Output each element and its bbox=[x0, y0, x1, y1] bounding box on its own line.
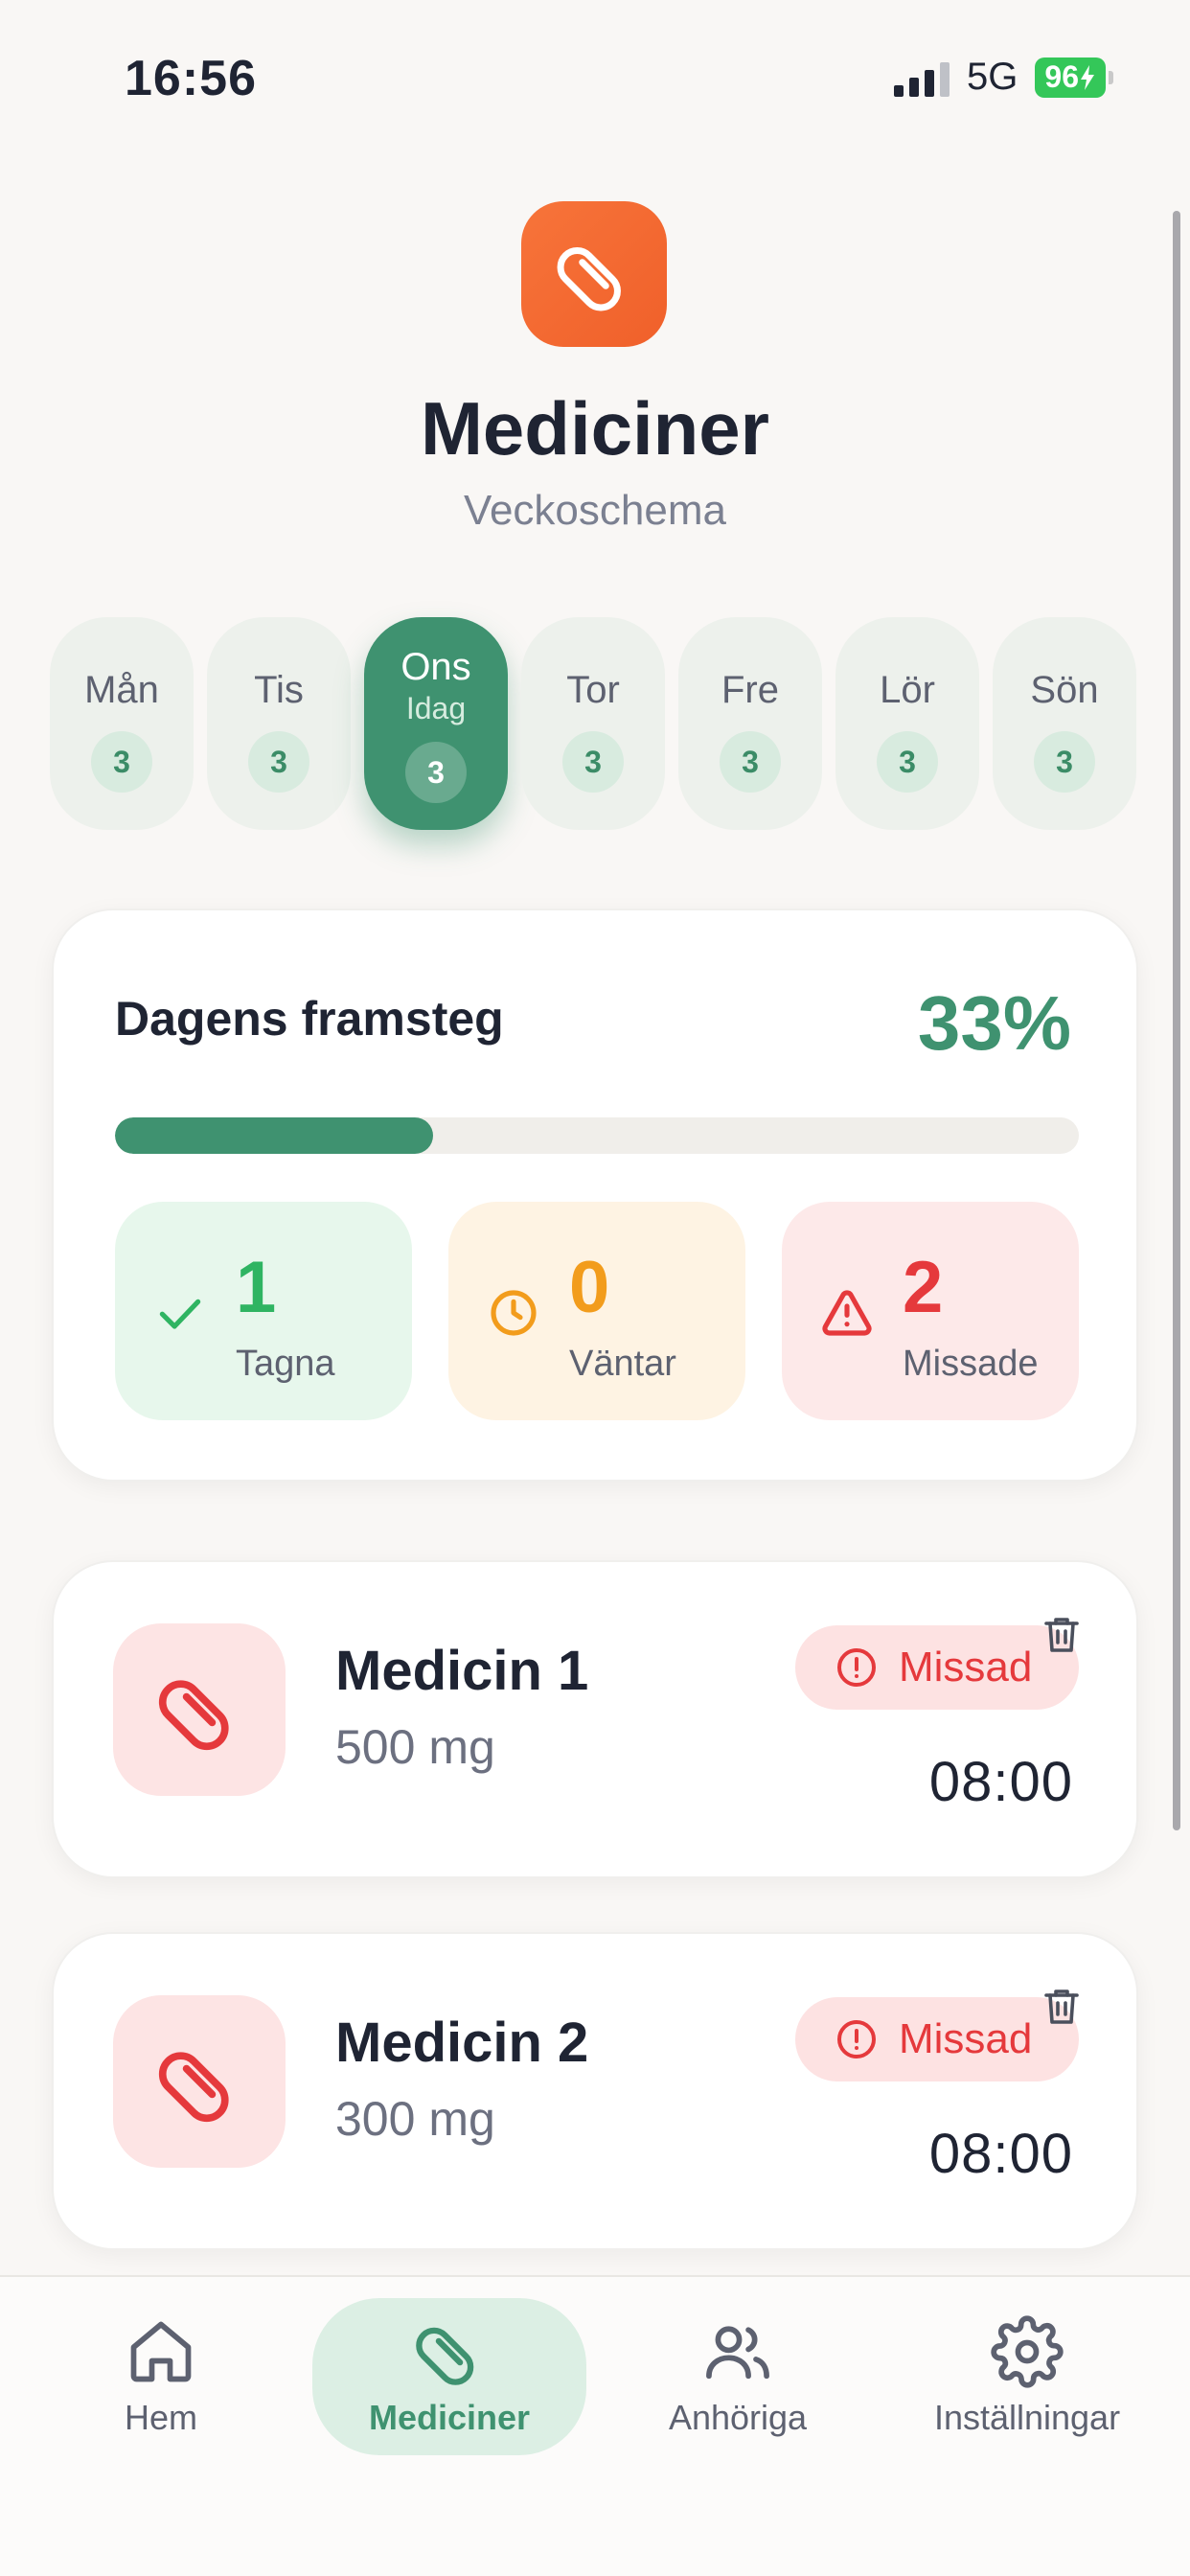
day-pill-sat[interactable]: Lör 3 bbox=[835, 617, 979, 830]
status-text: Missad bbox=[899, 2015, 1033, 2062]
today-label: Idag bbox=[405, 691, 467, 725]
day-count-badge: 3 bbox=[405, 742, 467, 803]
day-pill-mon[interactable]: Mån 3 bbox=[50, 617, 194, 830]
alert-circle-icon bbox=[837, 2020, 876, 2058]
stat-taken-value: 1 bbox=[236, 1247, 277, 1328]
stat-missed: 2 Missade bbox=[782, 1202, 1079, 1420]
day-count-badge: 3 bbox=[877, 731, 938, 793]
stat-missed-label: Missade bbox=[903, 1344, 1039, 1384]
network-type: 5G bbox=[967, 56, 1018, 98]
day-label: Ons bbox=[400, 646, 471, 688]
week-day-selector: Mån 3 Tis 3 Ons Idag 3 Tor 3 Fre 3 Lör 3… bbox=[50, 617, 1136, 830]
tab-settings[interactable]: Inställningar bbox=[918, 2298, 1136, 2455]
app-pill-icon bbox=[521, 201, 667, 347]
day-label: Fre bbox=[721, 669, 779, 711]
battery-level: 96 bbox=[1044, 59, 1079, 94]
stat-taken: 1 Tagna bbox=[115, 1202, 412, 1420]
progress-bar-fill bbox=[115, 1117, 433, 1154]
pill-icon bbox=[158, 1680, 229, 1751]
day-count-badge: 3 bbox=[91, 731, 152, 793]
day-label: Sön bbox=[1030, 669, 1099, 711]
medicine-icon-box bbox=[113, 1623, 286, 1796]
stat-waiting-value: 0 bbox=[569, 1247, 610, 1328]
day-count-badge: 3 bbox=[248, 731, 309, 793]
battery-icon: 96 bbox=[1035, 57, 1113, 98]
progress-title: Dagens framsteg bbox=[115, 992, 504, 1046]
page-subtitle: Veckoschema bbox=[464, 487, 726, 534]
day-label: Lör bbox=[880, 669, 935, 711]
stat-waiting: 0 Väntar bbox=[448, 1202, 745, 1420]
signal-icon bbox=[894, 58, 950, 97]
tab-label: Anhöriga bbox=[668, 2398, 808, 2437]
day-label: Tis bbox=[254, 669, 304, 711]
medicine-name: Medicin 1 bbox=[335, 1640, 589, 1702]
pill-icon bbox=[158, 2052, 229, 2123]
medicine-icon-box bbox=[113, 1995, 286, 2168]
pill-icon bbox=[557, 247, 621, 311]
missed-status-badge[interactable]: Missad bbox=[795, 1625, 1079, 1710]
day-pill-wed-today[interactable]: Ons Idag 3 bbox=[364, 617, 508, 830]
stat-taken-label: Tagna bbox=[236, 1344, 335, 1384]
status-bar: 16:56 5G 96 bbox=[0, 0, 1190, 153]
medicine-card[interactable]: Medicin 2 300 mg Missad 08:00 bbox=[52, 1932, 1138, 2250]
stat-missed-value: 2 bbox=[903, 1247, 944, 1328]
day-label: Tor bbox=[566, 669, 620, 711]
day-label: Mån bbox=[84, 669, 159, 711]
day-count-badge: 3 bbox=[562, 731, 624, 793]
charging-bolt-icon bbox=[1081, 64, 1094, 90]
day-count-badge: 3 bbox=[720, 731, 781, 793]
medicine-schedule-screen: 16:56 5G 96 Mediciner Veckoschema Mån 3 … bbox=[0, 0, 1190, 2576]
page-title: Mediciner bbox=[420, 386, 770, 471]
check-icon bbox=[159, 1299, 201, 1329]
stats-row: 1 Tagna 0 Väntar 2 Missade bbox=[115, 1202, 1079, 1420]
medicine-dose: 500 mg bbox=[335, 1720, 495, 1774]
daily-progress-card: Dagens framsteg 33% 1 Tagna 0 Väntar 2 M… bbox=[52, 908, 1138, 1482]
gear-icon bbox=[991, 2315, 1064, 2388]
medicine-name: Medicin 2 bbox=[335, 2012, 589, 2074]
day-count-badge: 3 bbox=[1034, 731, 1095, 793]
bottom-tab-bar: Hem Mediciner Anhöriga Inställningar bbox=[0, 2275, 1190, 2576]
trash-icon[interactable] bbox=[1039, 1612, 1085, 1658]
progress-percent: 33% bbox=[917, 980, 1071, 1066]
tab-label: Inställningar bbox=[933, 2398, 1121, 2437]
day-pill-sun[interactable]: Sön 3 bbox=[993, 617, 1136, 830]
medicine-dose: 300 mg bbox=[335, 2092, 495, 2146]
stat-waiting-label: Väntar bbox=[569, 1344, 676, 1384]
day-pill-thu[interactable]: Tor 3 bbox=[521, 617, 665, 830]
day-pill-tue[interactable]: Tis 3 bbox=[207, 617, 351, 830]
tab-relatives[interactable]: Anhöriga bbox=[652, 2298, 824, 2455]
users-icon bbox=[706, 2326, 769, 2380]
home-icon bbox=[130, 2321, 192, 2382]
progress-bar bbox=[115, 1117, 1079, 1154]
tab-medicines[interactable]: Mediciner bbox=[312, 2298, 586, 2455]
medicine-time: 08:00 bbox=[928, 1751, 1073, 1813]
trash-icon[interactable] bbox=[1039, 1984, 1085, 2030]
alert-circle-icon bbox=[837, 1648, 876, 1687]
clock-icon bbox=[491, 1290, 537, 1336]
pill-icon bbox=[416, 2327, 474, 2385]
status-text: Missad bbox=[899, 1644, 1033, 1690]
status-indicators: 5G 96 bbox=[894, 56, 1113, 99]
status-time: 16:56 bbox=[125, 51, 257, 106]
day-pill-fri[interactable]: Fre 3 bbox=[678, 617, 822, 830]
tab-home[interactable]: Hem bbox=[94, 2298, 228, 2455]
warning-triangle-icon bbox=[822, 1290, 872, 1336]
medicine-card[interactable]: Medicin 1 500 mg Missad 08:00 bbox=[52, 1560, 1138, 1878]
medicine-time: 08:00 bbox=[928, 2123, 1073, 2185]
tab-label: Mediciner bbox=[368, 2398, 531, 2437]
tab-label: Hem bbox=[124, 2398, 197, 2437]
missed-status-badge[interactable]: Missad bbox=[795, 1997, 1079, 2082]
